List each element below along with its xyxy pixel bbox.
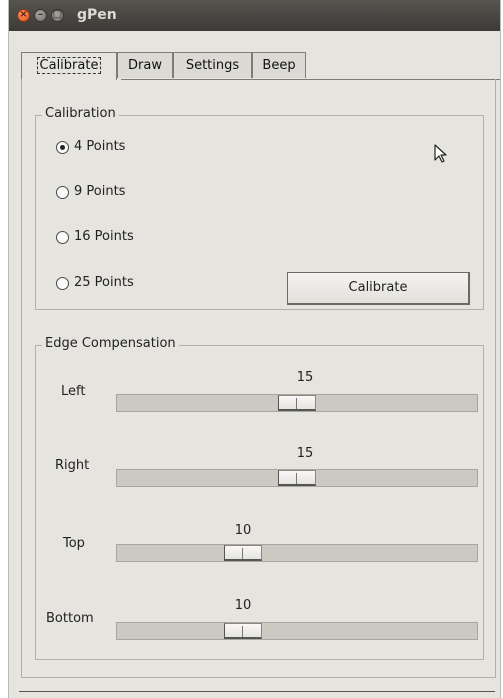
calibrate-button[interactable]: Calibrate — [287, 272, 470, 305]
slider-bottom[interactable] — [116, 622, 478, 640]
window-title: gPen — [77, 7, 117, 23]
slider-handle[interactable] — [278, 470, 316, 486]
title-bar[interactable]: × – □ gPen — [9, 0, 500, 31]
slider-value-left: 15 — [296, 370, 314, 385]
mouse-pointer-icon — [434, 144, 448, 168]
maximize-icon: □ — [52, 9, 63, 20]
app-window: × – □ gPen Calibrate Draw Settings Beep … — [8, 0, 501, 698]
slider-label-top: Top — [63, 536, 85, 551]
tab-label: Settings — [185, 58, 240, 73]
tab-label: Draw — [128, 58, 162, 73]
slider-value-bottom: 10 — [234, 598, 252, 613]
tab-settings[interactable]: Settings — [173, 52, 252, 78]
radio-label: 4 Points — [74, 139, 126, 154]
minimize-button[interactable]: – — [34, 9, 47, 22]
bottom-divider — [19, 691, 495, 692]
slider-left[interactable] — [116, 394, 478, 412]
radio-selected-icon — [56, 141, 69, 154]
slider-value-top: 10 — [234, 523, 252, 538]
radio-unselected-icon — [56, 231, 69, 244]
slider-label-bottom: Bottom — [46, 611, 94, 626]
close-button[interactable]: × — [17, 9, 30, 22]
slider-handle[interactable] — [224, 623, 262, 639]
tab-calibrate[interactable]: Calibrate — [21, 52, 117, 80]
edge-compensation-group-title: Edge Compensation — [42, 336, 179, 351]
slider-label-right: Right — [55, 458, 90, 473]
tab-beep[interactable]: Beep — [252, 52, 306, 78]
slider-right[interactable] — [116, 469, 478, 487]
close-icon: × — [19, 9, 28, 20]
slider-label-left: Left — [61, 384, 86, 399]
slider-value-right: 15 — [296, 446, 314, 461]
edge-compensation-group: Edge Compensation — [35, 336, 484, 660]
slider-handle[interactable] — [278, 395, 316, 411]
radio-unselected-icon — [56, 186, 69, 199]
slider-handle[interactable] — [224, 545, 262, 561]
maximize-button[interactable]: □ — [51, 9, 64, 22]
calibration-group-title: Calibration — [42, 106, 119, 121]
slider-top[interactable] — [116, 544, 478, 562]
tab-draw[interactable]: Draw — [117, 52, 173, 78]
radio-label: 25 Points — [74, 275, 134, 290]
radio-unselected-icon — [56, 277, 69, 290]
tab-label: Calibrate — [36, 57, 102, 74]
radio-label: 9 Points — [74, 184, 126, 199]
radio-label: 16 Points — [74, 229, 134, 244]
minimize-icon: – — [38, 9, 43, 20]
tab-label: Beep — [262, 58, 296, 73]
